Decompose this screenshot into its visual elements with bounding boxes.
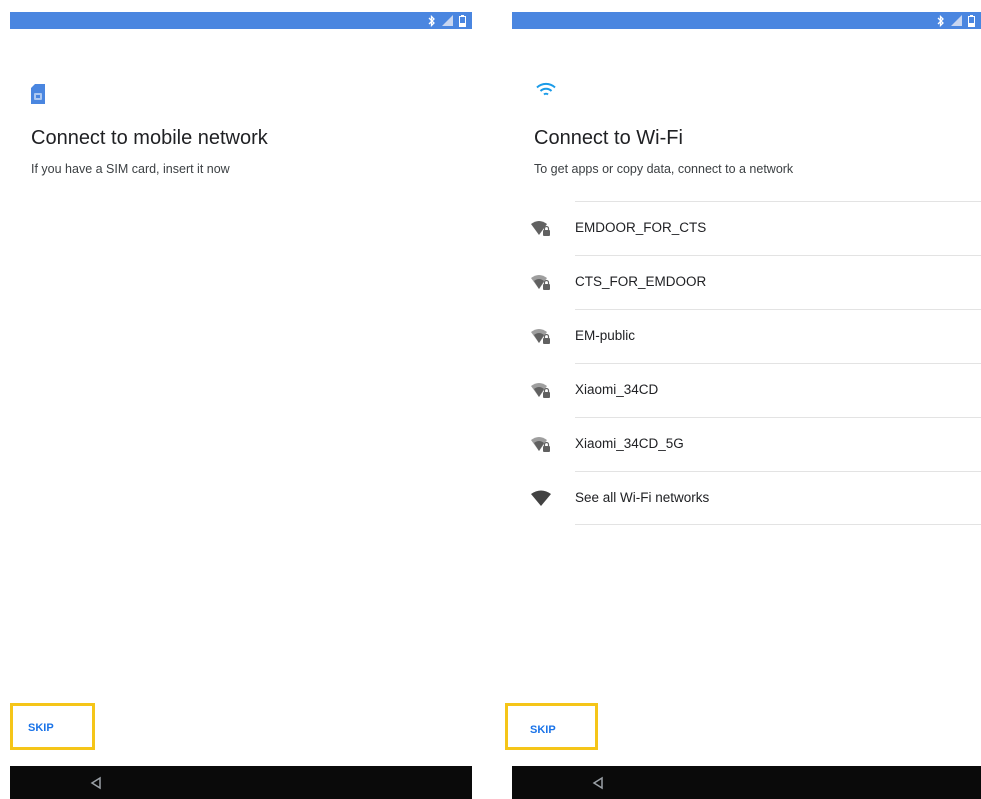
see-all-wifi-item[interactable]: See all Wi-Fi networks — [512, 471, 981, 525]
page-subtitle: If you have a SIM card, insert it now — [31, 162, 230, 176]
wifi-lock-icon — [530, 436, 554, 454]
wifi-network-item[interactable]: EM-public — [512, 309, 981, 363]
wifi-network-name: EMDOOR_FOR_CTS — [575, 220, 707, 235]
wifi-lock-icon — [530, 220, 554, 238]
status-bar — [512, 12, 981, 29]
wifi-network-list: EMDOOR_FOR_CTS CTS_FOR_EMDOOR EM-public … — [512, 201, 981, 525]
back-icon[interactable] — [89, 776, 103, 790]
page-subtitle: To get apps or copy data, connect to a n… — [534, 162, 794, 176]
bluetooth-icon — [428, 14, 436, 27]
signal-icon — [442, 15, 453, 26]
status-bar — [10, 12, 472, 29]
battery-icon — [968, 14, 975, 27]
wifi-icon — [530, 490, 554, 508]
see-all-wifi-label: See all Wi-Fi networks — [575, 490, 710, 505]
wifi-lock-icon — [530, 274, 554, 292]
signal-icon — [951, 15, 962, 26]
wifi-screen: Connect to Wi-Fi To get apps or copy dat… — [505, 0, 981, 799]
wifi-network-item[interactable]: Xiaomi_34CD_5G — [512, 417, 981, 471]
skip-button[interactable]: SKIP — [28, 722, 54, 734]
wifi-icon — [536, 82, 556, 103]
wifi-network-name: Xiaomi_34CD_5G — [575, 436, 684, 451]
mobile-network-screen: Connect to mobile network If you have a … — [10, 0, 472, 799]
wifi-lock-icon — [530, 328, 554, 346]
wifi-network-name: Xiaomi_34CD — [575, 382, 659, 397]
wifi-network-item[interactable]: CTS_FOR_EMDOOR — [512, 255, 981, 309]
sim-card-icon — [31, 84, 45, 109]
wifi-network-item[interactable]: Xiaomi_34CD — [512, 363, 981, 417]
skip-button[interactable]: SKIP — [530, 724, 556, 736]
navigation-bar — [512, 766, 981, 799]
battery-icon — [459, 14, 466, 27]
wifi-network-name: CTS_FOR_EMDOOR — [575, 274, 707, 289]
page-title: Connect to mobile network — [31, 127, 268, 149]
bluetooth-icon — [937, 14, 945, 27]
back-icon[interactable] — [591, 776, 605, 790]
navigation-bar — [10, 766, 472, 799]
wifi-network-item[interactable]: EMDOOR_FOR_CTS — [512, 201, 981, 255]
wifi-lock-icon — [530, 382, 554, 400]
page-title: Connect to Wi-Fi — [534, 127, 683, 149]
wifi-network-name: EM-public — [575, 328, 636, 343]
